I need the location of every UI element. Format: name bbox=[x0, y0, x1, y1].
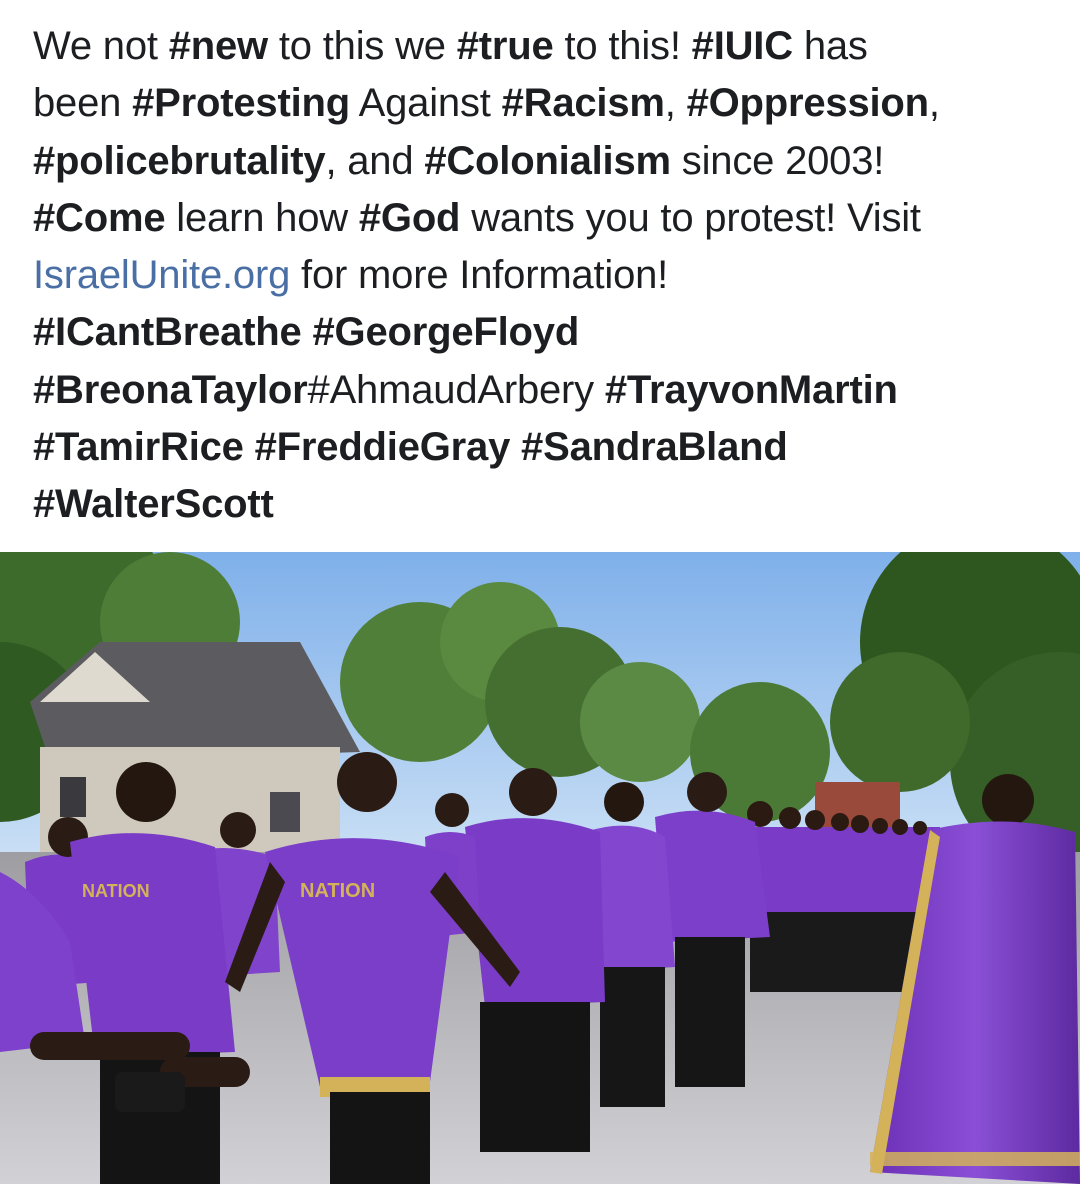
shirt-print-text: NATION bbox=[300, 880, 375, 902]
caption-text: learn how bbox=[165, 195, 359, 240]
website-link[interactable]: IsraelUnite.org bbox=[33, 253, 290, 297]
caption-line-8: #TamirRice #FreddieGray #SandraBland bbox=[33, 419, 1053, 476]
hashtag-new[interactable]: #new bbox=[169, 24, 268, 68]
caption-text: to this! bbox=[553, 24, 692, 68]
hashtag-racism[interactable]: #Racism bbox=[502, 81, 665, 125]
hashtag-oppression[interactable]: #Oppression bbox=[687, 81, 930, 125]
caption-line-9: #WalterScott bbox=[33, 476, 1053, 533]
caption-text: , and bbox=[325, 138, 425, 183]
caption-text: , bbox=[928, 81, 940, 126]
hashtag-iuic[interactable]: #IUIC bbox=[692, 24, 793, 68]
caption-text bbox=[510, 425, 521, 469]
caption-text: Against bbox=[349, 81, 502, 126]
hashtag-god[interactable]: #God bbox=[359, 196, 461, 240]
caption-line-6: #ICantBreathe #GeorgeFloyd bbox=[33, 304, 1053, 361]
caption-line-4: #Come learn how #God wants you to protes… bbox=[33, 190, 1053, 247]
caption-line-7: #BreonaTaylor#AhmaudArbery #TrayvonMarti… bbox=[33, 362, 1053, 419]
caption-line-1: We not #new to this we #true to this! #I… bbox=[33, 18, 1053, 75]
hashtag-protesting[interactable]: #Protesting bbox=[132, 81, 350, 125]
hashtag-ahmaudarbery[interactable]: #AhmaudArbery bbox=[308, 368, 605, 412]
caption-line-3: #policebrutality, and #Colonialism since… bbox=[33, 133, 1053, 190]
hashtag-walterscott[interactable]: #WalterScott bbox=[33, 482, 274, 526]
hashtag-colonialism[interactable]: #Colonialism bbox=[424, 139, 671, 183]
caption-text: has bbox=[792, 24, 868, 68]
caption-text bbox=[302, 310, 313, 354]
caption-line-2: been #Protesting Against #Racism, #Oppre… bbox=[33, 75, 1053, 132]
hashtag-true[interactable]: #true bbox=[457, 24, 554, 68]
caption-text: for more Information! bbox=[290, 253, 669, 298]
caption-line-5: IsraelUnite.org for more Information! bbox=[33, 247, 1053, 304]
hashtag-trayvonmartin[interactable]: #TrayvonMartin bbox=[605, 368, 898, 412]
post-photo[interactable]: NATION NATION bbox=[0, 552, 1080, 1184]
caption-text bbox=[244, 425, 255, 469]
hashtag-tamirrice[interactable]: #TamirRice bbox=[33, 425, 244, 469]
hashtag-icantbreathe[interactable]: #ICantBreathe bbox=[33, 310, 302, 354]
hashtag-policebrutality[interactable]: #policebrutality bbox=[33, 139, 326, 183]
caption-text: We not bbox=[33, 24, 169, 68]
hashtag-breonataylor[interactable]: #BreonaTaylor bbox=[33, 368, 308, 412]
post-caption: We not #new to this we #true to this! #I… bbox=[33, 18, 1053, 534]
shirt-print-text: NATION bbox=[82, 881, 150, 901]
caption-text: been bbox=[33, 81, 133, 126]
caption-text: to this we bbox=[267, 24, 457, 68]
caption-text: , bbox=[664, 81, 687, 126]
march-photo-illustration: NATION NATION bbox=[0, 552, 1080, 1184]
hashtag-freddiegray[interactable]: #FreddieGray bbox=[255, 425, 511, 469]
caption-text: wants you to protest! Visit bbox=[460, 195, 921, 240]
hashtag-georgefloyd[interactable]: #GeorgeFloyd bbox=[313, 310, 580, 354]
hashtag-come[interactable]: #Come bbox=[33, 196, 166, 240]
caption-text: since 2003! bbox=[670, 138, 885, 183]
hashtag-sandrabland[interactable]: #SandraBland bbox=[521, 425, 788, 469]
